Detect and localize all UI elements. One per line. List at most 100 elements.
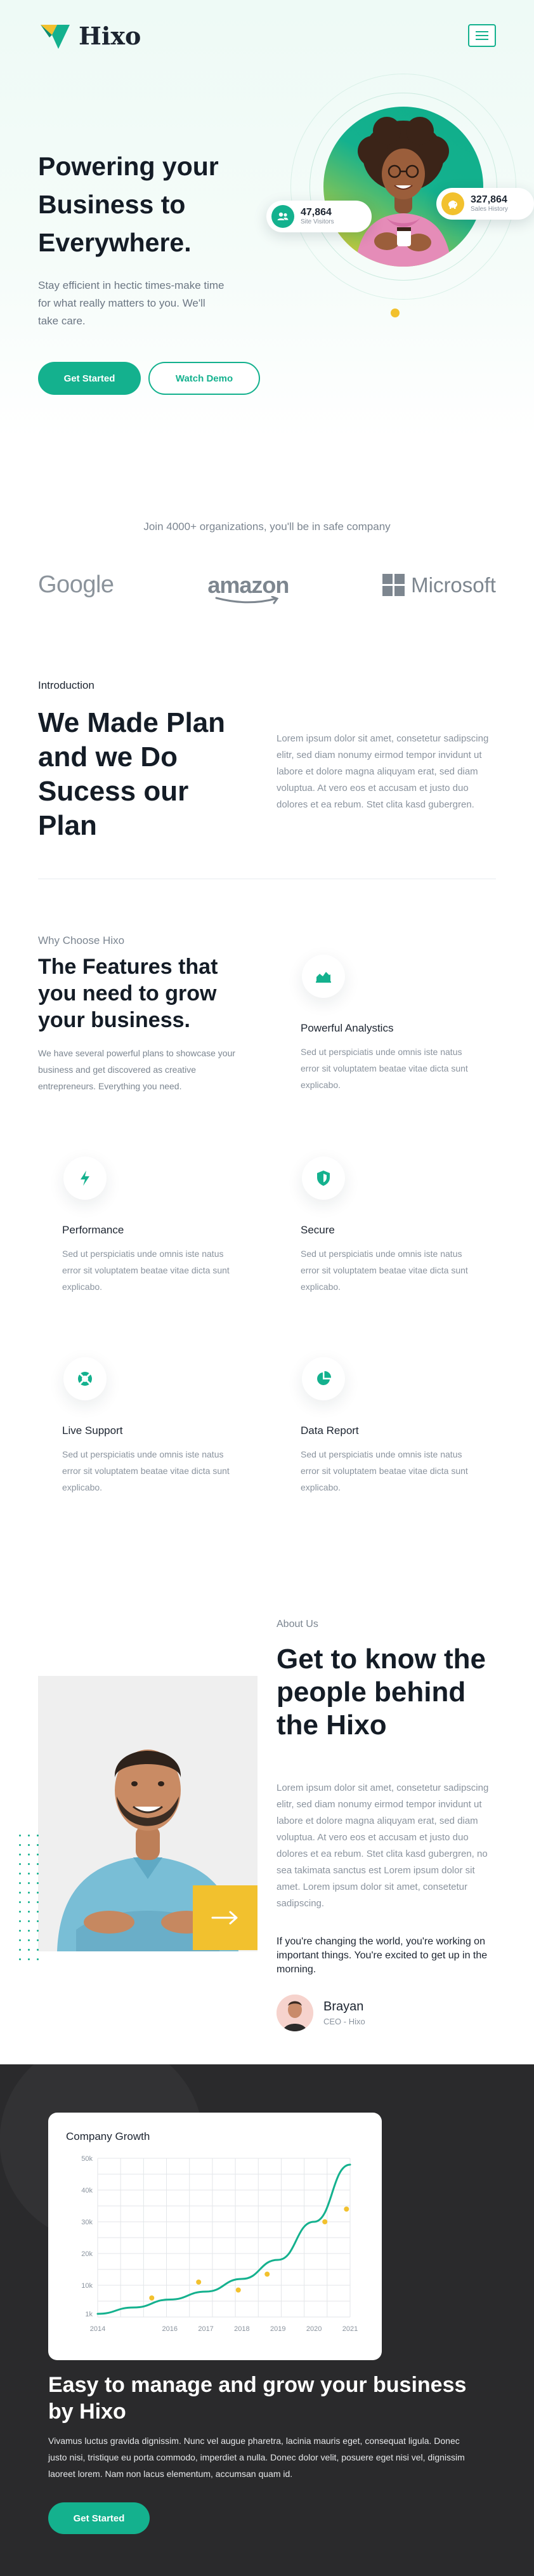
watch-demo-button[interactable]: Watch Demo	[148, 362, 260, 395]
decor-dot	[28, 1882, 30, 1884]
lifebuoy-icon	[63, 1357, 107, 1400]
amazon-smile-icon	[215, 595, 279, 604]
hamburger-menu-icon[interactable]	[468, 24, 496, 47]
features-title: The Features that you need to grow your …	[38, 955, 218, 1032]
decor-dot	[19, 1901, 21, 1903]
decor-dot	[19, 1873, 21, 1875]
decor-dot	[28, 1854, 30, 1856]
get-started-button[interactable]: Get Started	[48, 2502, 150, 2534]
stat-label: Site Visitors	[301, 218, 334, 225]
about-quote: If you're changing the world, you're wor…	[277, 1936, 488, 1975]
hixo-logo-icon	[41, 25, 70, 49]
decor-dot	[19, 1920, 21, 1922]
hero-subtitle: Stay efficient in hectic times-make time…	[38, 279, 225, 327]
features-subtitle: We have several powerful plans to showca…	[38, 1048, 236, 1091]
microsoft-logo: Microsoft	[382, 573, 496, 597]
x-tick-label: 2017	[198, 2325, 213, 2333]
hero-portrait	[323, 107, 483, 267]
decor-dot	[19, 1863, 21, 1865]
intro-label: Introduction	[38, 679, 94, 691]
stat-value: 47,864	[301, 207, 332, 218]
get-started-button[interactable]: Get Started	[38, 362, 141, 395]
about-title: Get to know the people behind the Hixo	[277, 1643, 486, 1741]
decor-dot	[28, 1958, 30, 1960]
y-tick-label: 1k	[85, 2311, 93, 2318]
brand[interactable]: Hixo	[38, 18, 141, 53]
brand-name: Hixo	[79, 21, 141, 50]
decor-dot	[37, 1958, 39, 1960]
x-tick-label: 2020	[306, 2325, 322, 2333]
data-point	[196, 2280, 202, 2285]
growth-chart: 1k 10k 20k 30k 40k 50k 2014 2016 2017 2018 2019 202…	[81, 2155, 358, 2333]
feature-name: Performance	[62, 1224, 124, 1236]
x-tick-label: 2021	[342, 2325, 358, 2333]
decor-dot	[28, 1873, 30, 1875]
navbar: Hixo	[38, 18, 496, 53]
about-label: About Us	[277, 1619, 318, 1630]
arrow-right-icon[interactable]	[193, 1885, 257, 1950]
stat-card-visitors: 47,864 Site Visitors	[266, 201, 372, 232]
decor-dot	[28, 1939, 30, 1941]
decor-dot	[19, 1835, 21, 1836]
decor-dot	[37, 1901, 39, 1903]
decor-dot	[19, 1882, 21, 1884]
decor-dot	[19, 1892, 21, 1894]
intro-title: We Made Plan and we Do Sucess our Plan	[38, 707, 226, 841]
growth-title: Easy to manage and grow your business by…	[48, 2373, 467, 2424]
decor-dot	[37, 1835, 39, 1836]
google-logo: Google	[38, 571, 114, 598]
decor-dot	[28, 1835, 30, 1836]
decor-dot	[37, 1854, 39, 1856]
microsoft-wordmark: Microsoft	[411, 573, 496, 597]
feature-desc: Sed ut perspiciatis unde omnis iste natu…	[301, 1047, 468, 1090]
decor-dot	[37, 1892, 39, 1894]
decor-dot	[28, 1892, 30, 1894]
users-icon	[271, 205, 294, 228]
feature-desc: Sed ut perspiciatis unde omnis iste natu…	[62, 1449, 230, 1492]
clients-tagline: Join 4000+ organizations, you'll be in s…	[143, 521, 391, 533]
decor-dot	[37, 1911, 39, 1913]
lightning-icon	[63, 1157, 107, 1200]
growth-text: Vivamus luctus gravida dignissim. Nunc v…	[48, 2436, 465, 2479]
decor-dot	[19, 1958, 21, 1960]
feature-name: Powerful Analystics	[301, 1022, 394, 1034]
feature-card-performance: Performance Sed ut perspiciatis unde omn…	[62, 1157, 252, 1295]
decor-dot	[37, 1882, 39, 1884]
decor-dot	[19, 1939, 21, 1941]
decor-dot	[19, 1949, 21, 1951]
microsoft-grid-icon	[382, 574, 405, 596]
x-tick-label: 2018	[234, 2325, 249, 2333]
hero-actions: Get Started Watch Demo	[38, 362, 260, 395]
data-point	[264, 2271, 270, 2277]
decor-dot	[19, 1844, 21, 1846]
feature-card-support: Live Support Sed ut perspiciatis unde om…	[62, 1357, 252, 1496]
author-role: CEO - Hixo	[323, 2017, 365, 2026]
growth-line	[96, 2163, 351, 2315]
feature-desc: Sed ut perspiciatis unde omnis iste natu…	[301, 1449, 468, 1492]
piggy-bank-icon	[441, 192, 464, 215]
decor-dot	[28, 1911, 30, 1913]
decor-dot-grid	[19, 1835, 44, 1968]
about-text: Lorem ipsum dolor sit amet, consetetur s…	[277, 1783, 489, 1909]
bar-chart-icon	[302, 955, 345, 998]
x-tick-label: 2014	[90, 2325, 105, 2333]
author: Brayan CEO - Hixo	[277, 1995, 365, 2031]
pie-chart-icon	[302, 1357, 345, 1400]
decor-dot	[37, 1873, 39, 1875]
x-tick-label: 2019	[270, 2325, 285, 2333]
author-name: Brayan	[323, 2000, 364, 2014]
decor-dot	[391, 309, 400, 317]
data-point	[149, 2295, 155, 2300]
decor-dot	[28, 1863, 30, 1865]
shield-icon	[302, 1157, 345, 1200]
chart-title: Company Growth	[66, 2130, 150, 2142]
data-point	[235, 2287, 241, 2293]
woman-illustration	[355, 117, 452, 267]
x-tick-label: 2016	[162, 2325, 177, 2333]
decor-dot	[19, 1854, 21, 1856]
client-logos: Google amazon Microsoft	[38, 571, 496, 604]
y-tick-label: 10k	[81, 2282, 93, 2290]
feature-card-analytics: Powerful Analystics Sed ut perspiciatis …	[301, 955, 491, 1093]
decor-dot	[37, 1939, 39, 1941]
y-tick-label: 40k	[81, 2187, 93, 2194]
